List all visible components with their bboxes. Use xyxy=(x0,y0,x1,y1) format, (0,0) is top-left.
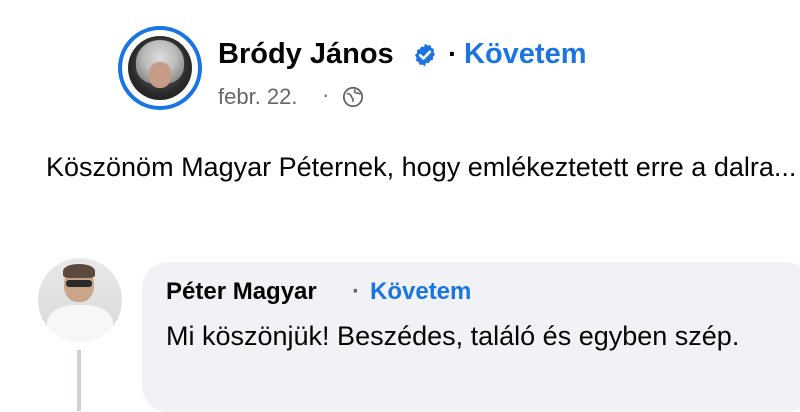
post-text: Köszönöm Magyar Péternek, hogy emlékezte… xyxy=(46,152,797,182)
author-avatar-image xyxy=(128,36,192,100)
post-date[interactable]: febr. 22. xyxy=(218,84,298,110)
follow-button[interactable]: Követem xyxy=(464,38,587,71)
comment-bubble: Péter Magyar · Követem Mi köszönjük! Bes… xyxy=(142,262,800,412)
avatar-sunglasses xyxy=(66,280,92,287)
avatar-face xyxy=(149,62,171,88)
comment-separator: · xyxy=(352,278,360,305)
comment-text: Mi köszönjük! Beszédes, találó és egyben… xyxy=(166,321,740,351)
post-header: Bródy János · Követem febr. 22. · xyxy=(118,26,718,116)
globe-icon xyxy=(342,86,364,108)
commenter-avatar[interactable] xyxy=(38,258,122,342)
author-name[interactable]: Bródy János xyxy=(218,38,394,71)
verified-badge-icon xyxy=(415,43,435,67)
commenter-name[interactable]: Péter Magyar xyxy=(166,278,317,306)
header-separator: · xyxy=(448,38,458,69)
avatar-hair xyxy=(63,264,95,278)
thread-line xyxy=(77,350,81,411)
date-separator: · xyxy=(322,82,330,107)
author-avatar[interactable] xyxy=(118,26,202,110)
comment-follow-button[interactable]: Követem xyxy=(370,278,471,306)
avatar-shirt xyxy=(46,304,114,342)
